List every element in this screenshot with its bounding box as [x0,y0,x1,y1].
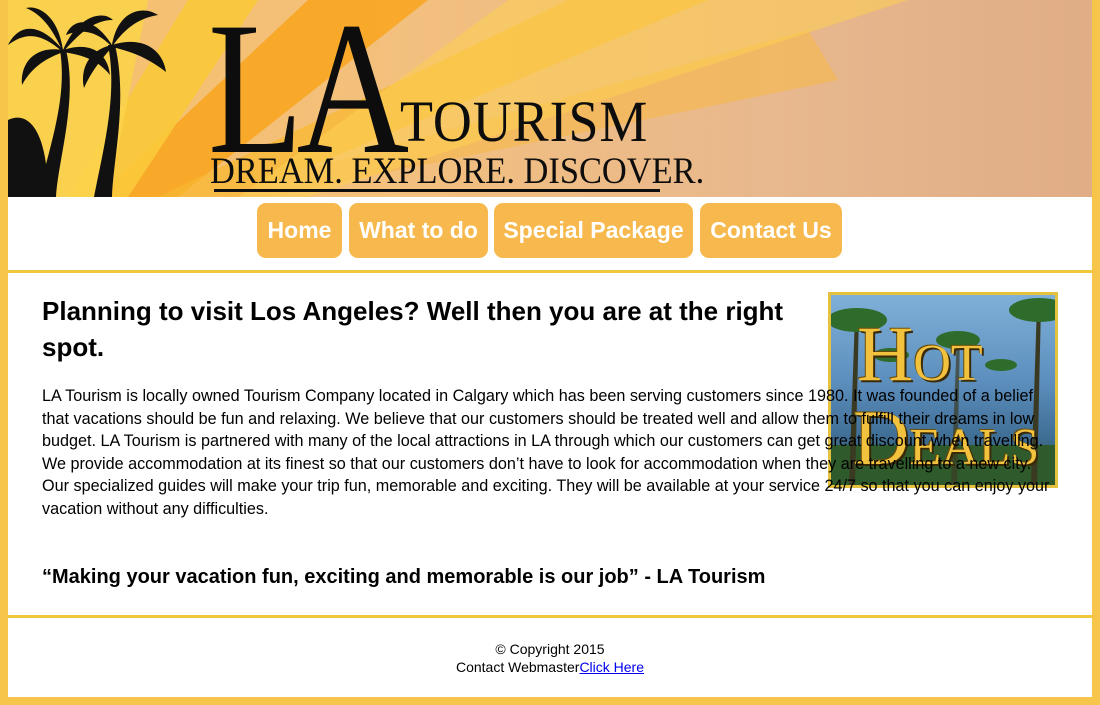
main-nav: Home What to do Special Package Contact … [8,197,1092,273]
main-content: Planning to visit Los Angeles? Well then… [8,273,1092,618]
contact-label: Contact Webmaster [455,659,580,675]
logo-tourism-text: TOURISM [400,89,649,154]
tagline-underline [214,189,660,192]
nav-special-package-button[interactable]: Special Package [494,203,693,258]
nav-what-to-do-button[interactable]: What to do [349,203,488,258]
contact-webmaster-link[interactable]: Click Here [579,659,644,675]
intro-paragraph: LA Tourism is locally owned Tourism Comp… [42,385,1062,520]
hot-text: HOT [857,310,983,397]
header-banner: LA TOURISM DREAM. EXPLORE. DISCOVER. [8,0,1092,197]
nav-contact-us-button[interactable]: Contact Us [700,203,842,258]
logo-tagline: DREAM. EXPLORE. DISCOVER. [210,151,705,192]
intro-paragraph-text: LA Tourism is locally owned Tourism Comp… [42,387,1050,518]
tagline-quote: “Making your vacation fun, exciting and … [42,566,766,588]
copyright-text: © Copyright 2015 [495,641,605,657]
footer: © Copyright 2015 Contact WebmasterClick … [8,621,1092,697]
contact-line: Contact WebmasterClick Here [8,658,1092,676]
page-heading: Planning to visit Los Angeles? Well then… [42,296,784,362]
nav-home-button[interactable]: Home [257,203,342,258]
palm-trees-icon [8,7,166,197]
